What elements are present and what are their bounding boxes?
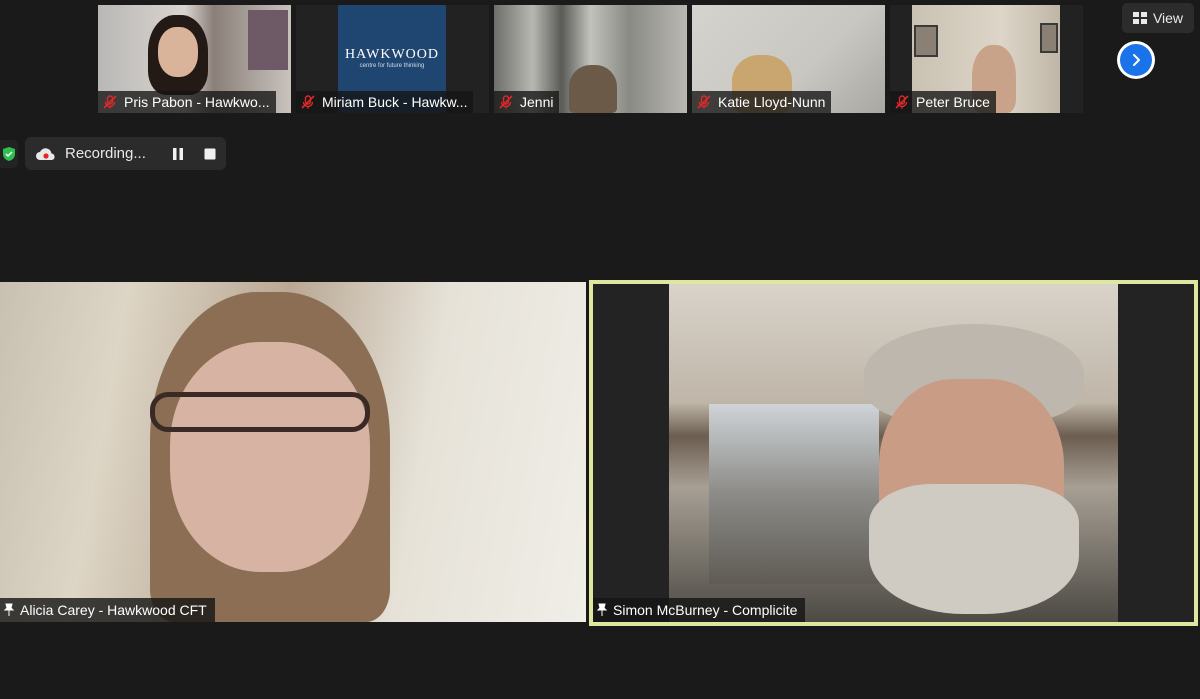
- participant-name-tag: Jenni: [494, 91, 560, 113]
- participant-name: Jenni: [520, 94, 554, 110]
- mic-muted-icon: [697, 95, 711, 109]
- video-feed: [669, 284, 1118, 622]
- participant-tile-katie[interactable]: Katie Lloyd-Nunn: [692, 5, 885, 113]
- participant-name: Miriam Buck - Hawkw...: [322, 94, 468, 110]
- participant-name-tag: Miriam Buck - Hawkw...: [296, 91, 474, 113]
- participant-tile-jenni[interactable]: Jenni: [494, 5, 687, 113]
- participant-tile-miriam[interactable]: HAWKWOOD centre for future thinking Miri…: [296, 5, 489, 113]
- cloud-record-icon: [36, 147, 55, 160]
- speaker-name: Simon McBurney - Complicite: [613, 602, 798, 618]
- pin-icon: [597, 603, 607, 616]
- participant-name: Katie Lloyd-Nunn: [718, 94, 826, 110]
- chevron-right-icon: [1133, 54, 1140, 66]
- mic-muted-icon: [301, 95, 315, 109]
- recording-bar: Recording...: [25, 137, 226, 170]
- participant-name-tag: Peter Bruce: [890, 91, 996, 113]
- participant-name-tag: Pris Pabon - Hawkwo...: [98, 91, 276, 113]
- recording-label: Recording...: [65, 145, 146, 162]
- speaker-name-tag: Simon McBurney - Complicite: [593, 598, 806, 622]
- logo-title: HAWKWOOD: [345, 47, 439, 62]
- shield-check-icon: [3, 147, 15, 161]
- speaker-tile-simon[interactable]: Simon McBurney - Complicite: [589, 280, 1198, 626]
- participant-tile-pris[interactable]: Pris Pabon - Hawkwo...: [98, 5, 291, 113]
- participant-name-tag: Katie Lloyd-Nunn: [692, 91, 832, 113]
- speaker-tile-alicia[interactable]: Alicia Carey - Hawkwood CFT: [0, 282, 586, 622]
- speaker-name: Alicia Carey - Hawkwood CFT: [20, 602, 207, 618]
- mic-muted-icon: [895, 95, 909, 109]
- pin-icon: [4, 603, 14, 616]
- pause-icon[interactable]: [171, 147, 185, 161]
- view-button[interactable]: View: [1122, 3, 1194, 33]
- participant-tile-peter[interactable]: Peter Bruce: [890, 5, 1083, 113]
- logo-subtitle: centre for future thinking: [359, 63, 425, 69]
- view-button-label: View: [1152, 10, 1184, 26]
- speaker-name-tag: Alicia Carey - Hawkwood CFT: [0, 598, 215, 622]
- participant-name: Peter Bruce: [916, 94, 990, 110]
- mic-muted-icon: [499, 95, 513, 109]
- stop-icon[interactable]: [203, 147, 217, 161]
- security-indicator[interactable]: [0, 140, 18, 168]
- grid-icon: [1132, 12, 1147, 24]
- participant-name: Pris Pabon - Hawkwo...: [124, 94, 270, 110]
- next-page-button[interactable]: [1117, 41, 1155, 79]
- mic-muted-icon: [103, 95, 117, 109]
